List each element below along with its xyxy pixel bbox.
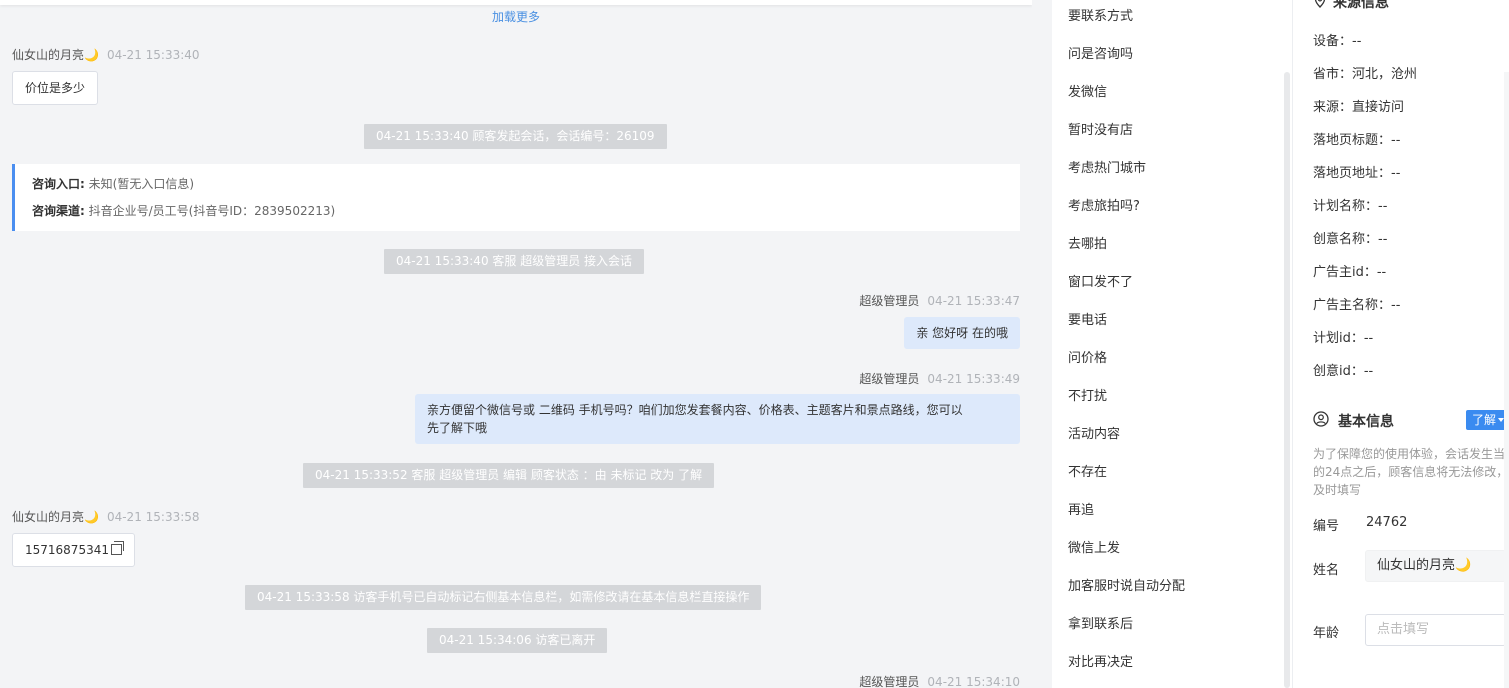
customer-message-bubble: 价位是多少: [12, 71, 99, 105]
quick-reply-item[interactable]: 不存在: [1068, 461, 1107, 480]
sender-name: 仙女山的月亮🌙: [12, 510, 99, 524]
quick-reply-item[interactable]: 窗口发不了: [1068, 271, 1133, 290]
location-icon: [1314, 0, 1326, 8]
message-time: 04-21 15:33:40: [106, 48, 200, 62]
quick-reply-scrollbar[interactable]: [1284, 72, 1290, 688]
source-info-row: 落地页标题：--: [1313, 133, 1401, 148]
system-notice: 04-21 15:33:52 客服 超级管理员 编辑 顾客状态 ：由 未标记 改…: [303, 463, 715, 488]
customer-info-panel: 来源信息 设备：-- 省市：河北，沧州 来源：直接访问 落地页标题：-- 落地页地址：-…: [1292, 0, 1509, 688]
edit-hint-text: 为了保障您的使用体验，会话发生当日 的24点之后，顾客信息将无法修改，请 及时填…: [1313, 445, 1509, 499]
user-circle-icon: [1313, 411, 1329, 427]
hint-line: 及时填写: [1313, 483, 1362, 497]
chat-panel: 加载更多 仙女山的月亮🌙 04-21 15:33:40 价位是多少 04-21 1…: [0, 0, 1032, 688]
sender-name: 仙女山的月亮🌙: [12, 48, 99, 62]
quick-reply-item[interactable]: 加客服时说自动分配: [1068, 575, 1185, 594]
name-field[interactable]: 仙女山的月亮🌙: [1365, 550, 1506, 582]
age-input[interactable]: 点击填写: [1365, 614, 1506, 646]
quick-reply-item[interactable]: 活动内容: [1068, 423, 1120, 442]
quick-reply-item[interactable]: 对比再决定: [1068, 651, 1133, 670]
source-info-row: 计划id：--: [1313, 331, 1374, 346]
quick-reply-item[interactable]: 去哪拍: [1068, 233, 1107, 252]
consult-entry-value: 未知(暂无入口信息): [88, 177, 195, 191]
copy-icon[interactable]: [110, 541, 124, 555]
sender-name: 超级管理员: [859, 372, 920, 386]
sender-name: 超级管理员: [859, 675, 920, 688]
source-info-row: 来源：直接访问: [1313, 100, 1405, 115]
consult-channel-row: 咨询渠道: 抖音企业号/员工号(抖音号ID：2839502213): [32, 202, 1020, 229]
customer-status-dropdown[interactable]: 了解: [1466, 410, 1509, 430]
system-notice: 04-21 15:33:58 访客手机号已自动标记右侧基本信息栏，如需修改请在基…: [245, 585, 762, 610]
source-info-row: 省市：河北，沧州: [1313, 67, 1418, 82]
quick-reply-item[interactable]: 拿到联系后: [1068, 613, 1133, 632]
age-label: 年龄: [1313, 626, 1340, 641]
message-header: 超级管理员 04-21 15:33:47: [859, 292, 1020, 309]
quick-reply-item[interactable]: 考虑热门城市: [1068, 157, 1146, 176]
name-label: 姓名: [1313, 563, 1340, 578]
customer-message-bubble: 15716875341: [12, 533, 135, 567]
hint-line: 为了保障您的使用体验，会话发生当日: [1313, 447, 1509, 461]
source-info-row: 设备：--: [1313, 34, 1362, 49]
quick-reply-item[interactable]: 暂时没有店: [1068, 119, 1133, 138]
quick-reply-item[interactable]: 不打扰: [1068, 385, 1107, 404]
quick-reply-item[interactable]: 问是咨询吗: [1068, 43, 1133, 62]
source-info-row: 创意id：--: [1313, 364, 1374, 379]
status-tag-label: 了解: [1472, 413, 1497, 427]
message-time: 04-21 15:33:49: [927, 372, 1020, 386]
source-info-row: 广告主id：--: [1313, 265, 1387, 280]
basic-info-title: 基本信息: [1338, 414, 1394, 430]
source-info-row: 落地页地址：--: [1313, 166, 1401, 181]
quick-reply-item[interactable]: 考虑旅拍吗?: [1068, 195, 1140, 214]
consult-entry-label: 咨询入口:: [32, 177, 85, 191]
quick-reply-item[interactable]: 再追: [1068, 499, 1094, 518]
chat-top-edge: [0, 0, 1032, 5]
quick-reply-item[interactable]: 发微信: [1068, 81, 1107, 100]
load-more-link[interactable]: 加载更多: [0, 8, 1032, 25]
info-scrollbar[interactable]: [1504, 72, 1509, 688]
message-header: 超级管理员 04-21 15:33:49: [859, 370, 1020, 387]
message-header: 超级管理员 04-21 15:34:10: [859, 673, 1020, 688]
system-notice: 04-21 15:34:06 访客已离开: [427, 628, 608, 653]
consult-channel-label: 咨询渠道:: [32, 204, 85, 218]
consult-entry-row: 咨询入口: 未知(暂无入口信息): [32, 175, 1020, 202]
message-header: 仙女山的月亮🌙 04-21 15:33:58: [12, 508, 200, 525]
quick-reply-panel: 要联系方式问是咨询吗发微信暂时没有店考虑热门城市 考虑旅拍吗? 去哪拍窗口发不了要电…: [1052, 0, 1292, 688]
message-time: 04-21 15:33:58: [106, 510, 200, 524]
message-time: 04-21 15:33:47: [927, 294, 1020, 308]
quick-reply-item[interactable]: 问价格: [1068, 347, 1107, 366]
system-notice: 04-21 15:33:40 顾客发起会话，会话编号：26109: [364, 124, 667, 149]
sender-name: 超级管理员: [859, 294, 920, 308]
system-notice: 04-21 15:33:40 客服 超级管理员 接入会话: [384, 249, 645, 274]
consult-channel-value: 抖音企业号/员工号(抖音号ID：2839502213): [88, 204, 336, 218]
message-line: 先了解下哦: [427, 421, 488, 435]
quick-reply-item[interactable]: 要电话: [1068, 309, 1107, 328]
agent-message-bubble: 亲 您好呀 在的哦: [904, 317, 1020, 349]
message-header: 仙女山的月亮🌙 04-21 15:33:40: [12, 46, 200, 63]
consult-info-card: 咨询入口: 未知(暂无入口信息) 咨询渠道: 抖音企业号/员工号(抖音号ID：2…: [12, 164, 1020, 231]
source-info-row: 创意名称：--: [1313, 232, 1388, 247]
message-time: 04-21 15:34:10: [927, 675, 1020, 688]
agent-message-bubble: 亲方便留个微信号或 二维码 手机号吗？咱们加您发套餐内容、价格表、主题客片和景点…: [415, 394, 1020, 444]
phone-number: 15716875341: [25, 543, 109, 557]
quick-reply-item[interactable]: 微信上发: [1068, 537, 1120, 556]
id-value: 24762: [1366, 515, 1408, 530]
quick-reply-item[interactable]: 要联系方式: [1068, 5, 1133, 24]
message-line: 亲方便留个微信号或 二维码 手机号吗？咱们加您发套餐内容、价格表、主题客片和景点…: [427, 403, 963, 417]
source-info-row: 计划名称：--: [1313, 199, 1388, 214]
source-info-title: 来源信息: [1333, 0, 1389, 11]
hint-line: 的24点之后，顾客信息将无法修改，请: [1313, 465, 1509, 479]
source-info-row: 广告主名称：--: [1313, 298, 1401, 313]
id-label: 编号: [1313, 519, 1340, 534]
